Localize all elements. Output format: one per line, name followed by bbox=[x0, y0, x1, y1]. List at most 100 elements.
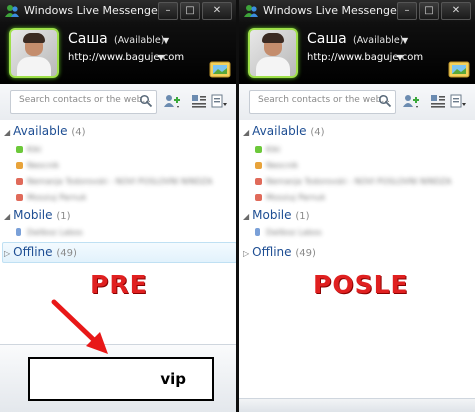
status-dot-icon bbox=[255, 146, 262, 153]
group-count: (49) bbox=[295, 248, 316, 259]
options-menu-icon[interactable] bbox=[449, 93, 467, 109]
maximize-button[interactable]: □ bbox=[419, 2, 439, 20]
search-icon[interactable] bbox=[139, 94, 153, 108]
title-bar[interactable]: Windows Live Messenger – □ ✕ bbox=[0, 0, 236, 22]
status-selector[interactable]: (Available) bbox=[114, 35, 164, 46]
search-box[interactable]: Search contacts or the web... bbox=[10, 90, 157, 114]
group-count: (49) bbox=[56, 248, 77, 259]
status-dot-icon bbox=[16, 162, 23, 169]
avatar[interactable] bbox=[248, 28, 298, 78]
group-name: Mobile bbox=[13, 208, 53, 222]
before-label: PRE bbox=[90, 270, 148, 299]
title-bar[interactable]: Windows Live Messenger – □ ✕ bbox=[239, 0, 475, 22]
highlight-box: vip bbox=[28, 357, 214, 401]
messenger-logo-icon bbox=[244, 5, 258, 17]
bottom-bar bbox=[239, 398, 475, 412]
add-contact-icon[interactable] bbox=[163, 93, 181, 109]
personal-message[interactable]: http://www.baguje.com bbox=[68, 52, 184, 63]
collapse-arrow-icon[interactable]: ◢ bbox=[243, 212, 249, 221]
messenger-window-after: Windows Live Messenger – □ ✕ Саша (Avail… bbox=[239, 0, 475, 412]
status-dot-icon bbox=[255, 194, 262, 201]
group-offline[interactable]: ▷ Offline (49) bbox=[243, 245, 316, 259]
messenger-logo-icon bbox=[5, 5, 19, 17]
toolbar: Search contacts or the web... bbox=[239, 84, 475, 120]
collapse-arrow-icon[interactable]: ◢ bbox=[4, 128, 10, 137]
chevron-down-icon[interactable]: ▼ bbox=[397, 53, 403, 62]
red-arrow-icon bbox=[51, 299, 108, 354]
status-dot-icon bbox=[16, 194, 23, 201]
contact-name: Daliboz Labos bbox=[27, 228, 83, 237]
personal-message[interactable]: http://www.baguje.com bbox=[307, 52, 423, 63]
window-title: Windows Live Messenger bbox=[24, 4, 163, 17]
collapse-arrow-icon[interactable]: ◢ bbox=[4, 212, 10, 221]
group-count: (1) bbox=[295, 211, 310, 222]
avatar-body bbox=[17, 57, 51, 76]
group-available[interactable]: ◢ Available (4) bbox=[243, 124, 324, 138]
bottom-bar: vip bbox=[0, 344, 236, 412]
group-available[interactable]: ◢ Available (4) bbox=[4, 124, 85, 138]
profile-header: Саша (Available) ▼ http://www.baguje.com… bbox=[239, 22, 475, 84]
group-count: (4) bbox=[310, 127, 325, 138]
messenger-window-before: Windows Live Messenger – □ ✕ Саша (Avail… bbox=[0, 0, 236, 412]
vip-text: vip bbox=[160, 370, 186, 388]
contact-name: Neocnik bbox=[266, 161, 299, 170]
group-mobile[interactable]: ◢ Mobile (1) bbox=[4, 208, 71, 222]
minimize-button[interactable]: – bbox=[397, 2, 417, 20]
maximize-button[interactable]: □ bbox=[180, 2, 200, 20]
contact-name: Neocnik bbox=[27, 161, 60, 170]
contact-name: Kiki bbox=[266, 145, 281, 154]
scene-icon[interactable] bbox=[209, 59, 231, 79]
options-menu-icon[interactable] bbox=[210, 93, 228, 109]
search-input[interactable]: Search contacts or the web... bbox=[258, 95, 390, 105]
group-offline[interactable]: ▷ Offline (49) bbox=[4, 245, 77, 259]
status-dot-icon bbox=[16, 146, 23, 153]
collapse-arrow-icon[interactable]: ◢ bbox=[243, 128, 249, 137]
layout-icon[interactable] bbox=[190, 93, 208, 109]
add-contact-icon[interactable] bbox=[402, 93, 420, 109]
group-count: (1) bbox=[56, 211, 71, 222]
close-button[interactable]: ✕ bbox=[202, 2, 232, 20]
group-name: Available bbox=[13, 124, 68, 138]
contact-name: Kiki bbox=[27, 145, 42, 154]
group-name: Available bbox=[252, 124, 307, 138]
contact-name: Mossiuj Parnuk bbox=[266, 193, 326, 202]
minimize-button[interactable]: – bbox=[158, 2, 178, 20]
contact-list: ◢ Available (4) Kiki Neocnik Nemanja Todo… bbox=[0, 120, 236, 348]
group-name: Mobile bbox=[252, 208, 292, 222]
search-icon[interactable] bbox=[378, 94, 392, 108]
chevron-down-icon[interactable]: ▼ bbox=[163, 36, 169, 45]
expand-arrow-icon[interactable]: ▷ bbox=[4, 249, 10, 258]
contact-name: Daliboz Labos bbox=[266, 228, 322, 237]
group-name: Offline bbox=[252, 245, 292, 259]
avatar-body bbox=[256, 57, 290, 76]
avatar-hair bbox=[262, 33, 284, 43]
contact-name: Nemanja Todorovski - NOVI POSLOVNI NINDZ… bbox=[27, 177, 213, 186]
status-dot-icon bbox=[16, 178, 23, 185]
expand-arrow-icon[interactable]: ▷ bbox=[243, 249, 249, 258]
group-count: (4) bbox=[71, 127, 86, 138]
group-name: Offline bbox=[13, 245, 53, 259]
group-mobile[interactable]: ◢ Mobile (1) bbox=[243, 208, 310, 222]
search-box[interactable]: Search contacts or the web... bbox=[249, 90, 396, 114]
toolbar: Search contacts or the web... bbox=[0, 84, 236, 120]
status-dot-icon bbox=[255, 162, 262, 169]
window-title: Windows Live Messenger bbox=[263, 4, 402, 17]
display-name[interactable]: Саша bbox=[307, 31, 347, 47]
mobile-icon bbox=[16, 228, 21, 236]
profile-header: Саша (Available) ▼ http://www.baguje.com… bbox=[0, 22, 236, 84]
contact-list: ◢ Available (4) Kiki Neocnik Nemanja Todo… bbox=[239, 120, 475, 398]
chevron-down-icon[interactable]: ▼ bbox=[402, 36, 408, 45]
close-button[interactable]: ✕ bbox=[441, 2, 471, 20]
layout-icon[interactable] bbox=[429, 93, 447, 109]
chevron-down-icon[interactable]: ▼ bbox=[158, 53, 164, 62]
search-input[interactable]: Search contacts or the web... bbox=[19, 95, 151, 105]
display-name[interactable]: Саша bbox=[68, 31, 108, 47]
status-dot-icon bbox=[255, 178, 262, 185]
after-label: POSLE bbox=[313, 270, 409, 299]
contact-name: Mossiuj Parnuk bbox=[27, 193, 87, 202]
status-selector[interactable]: (Available) bbox=[353, 35, 403, 46]
avatar[interactable] bbox=[9, 28, 59, 78]
scene-icon[interactable] bbox=[448, 59, 470, 79]
avatar-hair bbox=[23, 33, 45, 43]
mobile-icon bbox=[255, 228, 260, 236]
